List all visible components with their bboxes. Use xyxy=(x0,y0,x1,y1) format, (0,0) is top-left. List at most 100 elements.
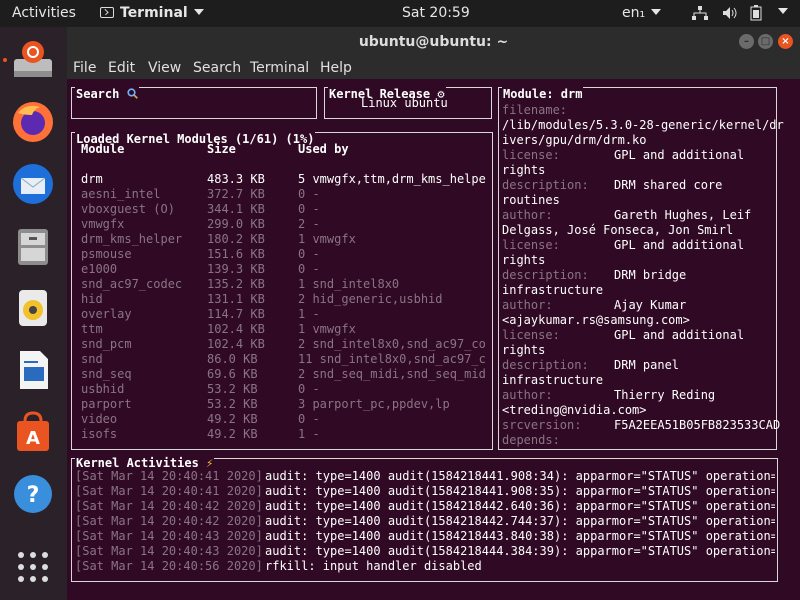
menu-view[interactable]: View xyxy=(148,60,181,76)
info-value: rights xyxy=(502,253,546,267)
kernel-activities-panel[interactable]: Kernel Activities ⚡ [Sat Mar 14 20:40:41… xyxy=(71,456,778,582)
info-value: Ajay Kumar xyxy=(614,298,687,312)
libreoffice-writer-icon[interactable] xyxy=(8,345,58,395)
terminal-area[interactable]: Search Kernel Release ⚙ Linux ubuntu Loa… xyxy=(67,79,800,600)
info-value: Gareth Hughes, Leif xyxy=(614,208,752,222)
running-indicator xyxy=(3,58,7,62)
menu-file[interactable]: File xyxy=(73,60,96,76)
menu-search[interactable]: Search xyxy=(193,60,241,76)
log-timestamp: [Sat Mar 14 20:40:43 2020] xyxy=(75,544,263,558)
info-key: author: xyxy=(502,298,553,312)
info-value: GPL and additional xyxy=(614,238,745,252)
module-size: 299.0 KB xyxy=(207,217,265,231)
module-size: 135.2 KB xyxy=(207,277,265,291)
info-key: author: xyxy=(502,208,553,222)
log-message: audit: type=1400 audit(1584218441.908:35… xyxy=(265,484,775,498)
module-used-by: 1 snd_intel8x0 xyxy=(298,277,400,291)
language-label: en₁ xyxy=(622,5,646,21)
maximize-button[interactable]: □ xyxy=(758,34,773,49)
module-used-by: 2 hid_generic,usbhid xyxy=(298,292,443,306)
module-name: isofs xyxy=(81,427,118,441)
activities-button[interactable]: Activities xyxy=(12,5,76,21)
system-menu-button[interactable] xyxy=(772,4,788,20)
svg-text:A: A xyxy=(26,428,40,449)
module-size: 53.2 KB xyxy=(207,397,258,411)
module-size: 151.6 KB xyxy=(207,247,265,261)
close-button[interactable]: × xyxy=(778,34,793,49)
battery-icon[interactable] xyxy=(750,5,762,25)
modules-panel[interactable]: Loaded Kernel Modules (1/61) (1%) Module… xyxy=(71,132,493,450)
column-header[interactable]: Used by xyxy=(298,142,349,157)
info-value: <treding@nvidia.com> xyxy=(502,403,647,417)
module-name: hid xyxy=(81,292,103,306)
menu-terminal[interactable]: Terminal xyxy=(250,60,309,76)
column-header[interactable]: Size xyxy=(207,142,236,157)
lightning-icon: ⚡ xyxy=(206,456,214,470)
magnifier-icon xyxy=(126,88,138,102)
firefox-icon[interactable] xyxy=(8,97,58,147)
app-menu-button[interactable]: Terminal xyxy=(100,5,204,21)
log-message: audit: type=1400 audit(1584218443.840:38… xyxy=(265,529,775,543)
menu-bar: File Edit View Search Terminal Help xyxy=(67,57,800,79)
log-message: rfkill: input handler disabled xyxy=(265,559,482,573)
info-key: license: xyxy=(502,328,560,342)
module-name: vboxguest (O) xyxy=(81,202,175,216)
app-name-label: Terminal xyxy=(120,5,188,21)
info-value: <ajaykumar.rs@samsung.com> xyxy=(502,313,690,327)
menu-help[interactable]: Help xyxy=(320,60,352,76)
module-size: 131.1 KB xyxy=(207,292,265,306)
kernel-activities-title: Kernel Activities ⚡ xyxy=(75,456,215,470)
module-size: 372.7 KB xyxy=(207,187,265,201)
kernel-release-panel: Kernel Release ⚙ Linux ubuntu xyxy=(324,87,492,119)
column-header[interactable]: Module xyxy=(81,142,124,157)
dock: A ? xyxy=(0,27,67,600)
module-used-by: 2 snd_intel8x0,snd_ac97_co xyxy=(298,337,486,351)
window-title: ubuntu@ubuntu: ~ xyxy=(358,34,509,50)
kernel-activities-title-label: Kernel Activities xyxy=(76,456,199,470)
network-icon[interactable] xyxy=(692,6,708,24)
language-indicator[interactable]: en₁ xyxy=(622,5,662,21)
thunderbird-icon[interactable] xyxy=(8,159,58,209)
module-size: 102.4 KB xyxy=(207,322,265,336)
module-size: 69.6 KB xyxy=(207,367,258,381)
search-panel[interactable]: Search xyxy=(71,87,317,119)
info-key: license: xyxy=(502,238,560,252)
show-applications-icon[interactable] xyxy=(8,542,58,592)
help-icon[interactable]: ? xyxy=(8,469,58,519)
info-value: Thierry Reding xyxy=(614,388,716,402)
info-key: depends: xyxy=(502,433,560,447)
info-key: license: xyxy=(502,148,560,162)
svg-text:?: ? xyxy=(27,483,40,508)
window-titlebar[interactable]: ubuntu@ubuntu: ~ – □ × xyxy=(67,27,800,57)
log-timestamp: [Sat Mar 14 20:40:56 2020] xyxy=(75,559,263,573)
module-info-panel[interactable]: Module: drm filename:/lib/modules/5.3.0-… xyxy=(498,87,784,450)
module-name: aesni_intel xyxy=(81,187,161,201)
module-used-by: 0 - xyxy=(298,382,320,396)
kernel-release-value: Linux ubuntu xyxy=(361,96,448,110)
info-key: srcversion: xyxy=(502,418,582,432)
module-used-by: 0 - xyxy=(298,187,320,201)
info-value: GPL and additional xyxy=(614,148,745,162)
info-value: GPL and additional xyxy=(614,328,745,342)
minimize-button[interactable]: – xyxy=(739,34,754,49)
info-value: routines xyxy=(502,193,560,207)
ubuntu-installer-icon[interactable] xyxy=(8,35,58,85)
menu-edit[interactable]: Edit xyxy=(108,60,135,76)
module-size: 86.0 KB xyxy=(207,352,258,366)
module-size: 483.3 KB xyxy=(207,172,265,186)
module-used-by: 0 - xyxy=(298,412,320,426)
volume-icon[interactable] xyxy=(722,6,738,24)
module-name: drm xyxy=(81,172,103,186)
info-value: rights xyxy=(502,163,546,177)
clock[interactable]: Sat 20:59 xyxy=(402,5,470,21)
module-used-by: 1 - xyxy=(298,427,320,441)
software-center-icon[interactable]: A xyxy=(8,407,58,457)
module-name: usbhid xyxy=(81,382,125,396)
files-icon[interactable] xyxy=(8,221,58,271)
module-used-by: 1 vmwgfx xyxy=(298,322,356,336)
info-value: infrastructure xyxy=(502,283,604,297)
module-size: 49.2 KB xyxy=(207,427,258,441)
module-name: psmouse xyxy=(81,247,132,261)
rhythmbox-icon[interactable] xyxy=(8,283,58,333)
module-name: ttm xyxy=(81,322,103,336)
